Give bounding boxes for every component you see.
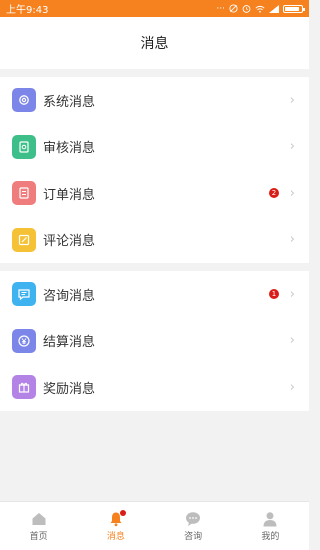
order-list-icon	[12, 181, 36, 206]
gift-icon	[12, 375, 36, 400]
status-icons: ···	[216, 3, 305, 14]
message-group-1: 系统消息 › 审核消息 › 订单消息 2 › 评论消息 ›	[0, 77, 309, 263]
chevron-right-icon: ›	[289, 139, 295, 155]
message-item-label: 评论消息	[43, 234, 96, 250]
tab-label: 首页	[29, 531, 48, 542]
tab-label: 消息	[106, 531, 125, 542]
message-item-consult[interactable]: 咨询消息 1 ›	[0, 271, 309, 318]
edit-comment-icon	[12, 227, 36, 252]
chevron-right-icon: ›	[289, 232, 295, 248]
page-header: 消息	[0, 17, 309, 69]
chat-bubble-icon	[185, 511, 201, 527]
more-dots-icon: ···	[216, 3, 225, 14]
chevron-right-icon: ›	[289, 286, 295, 302]
status-bar: 上午9:43 ···	[0, 0, 309, 17]
yen-icon	[12, 328, 36, 353]
message-item-reward[interactable]: 奖励消息 ›	[0, 364, 309, 411]
tab-label: 我的	[261, 531, 280, 542]
message-item-label: 系统消息	[43, 94, 96, 110]
chevron-right-icon: ›	[289, 185, 295, 201]
battery-icon	[283, 4, 305, 13]
person-icon	[262, 511, 278, 527]
home-icon	[31, 511, 47, 527]
tab-home[interactable]: 首页	[0, 502, 77, 550]
message-item-label: 奖励消息	[43, 381, 96, 397]
unread-badge: 2	[269, 188, 279, 199]
message-item-label: 咨询消息	[43, 288, 96, 304]
chevron-right-icon: ›	[289, 379, 295, 395]
message-item-label: 订单消息	[43, 187, 96, 203]
gear-icon	[12, 88, 36, 113]
mute-icon	[229, 4, 238, 13]
alarm-icon	[242, 5, 251, 13]
signal-icon	[269, 4, 279, 13]
wifi-icon	[255, 5, 265, 13]
message-item-order[interactable]: 订单消息 2 ›	[0, 170, 309, 217]
page-title: 消息	[140, 36, 169, 52]
tab-messages[interactable]: 消息	[77, 502, 154, 550]
message-group-2: 咨询消息 1 › 结算消息 › 奖励消息 ›	[0, 271, 309, 411]
message-item-settlement[interactable]: 结算消息 ›	[0, 318, 309, 365]
chevron-right-icon: ›	[289, 92, 295, 108]
unread-badge: 1	[269, 289, 279, 300]
message-item-comment[interactable]: 评论消息 ›	[0, 217, 309, 264]
bottom-tab-bar: 首页 消息 咨询 我的	[0, 501, 309, 550]
message-item-review[interactable]: 审核消息 ›	[0, 124, 309, 171]
tab-label: 咨询	[184, 531, 203, 542]
review-doc-icon	[12, 134, 36, 159]
chevron-right-icon: ›	[289, 333, 295, 349]
status-time: 上午9:43	[6, 5, 49, 16]
chat-icon	[12, 282, 36, 307]
message-item-system[interactable]: 系统消息 ›	[0, 77, 309, 124]
tab-profile[interactable]: 我的	[232, 502, 309, 550]
unread-dot	[119, 510, 126, 516]
message-item-label: 结算消息	[43, 335, 96, 351]
message-item-label: 审核消息	[43, 141, 96, 157]
tab-consult[interactable]: 咨询	[155, 502, 232, 550]
